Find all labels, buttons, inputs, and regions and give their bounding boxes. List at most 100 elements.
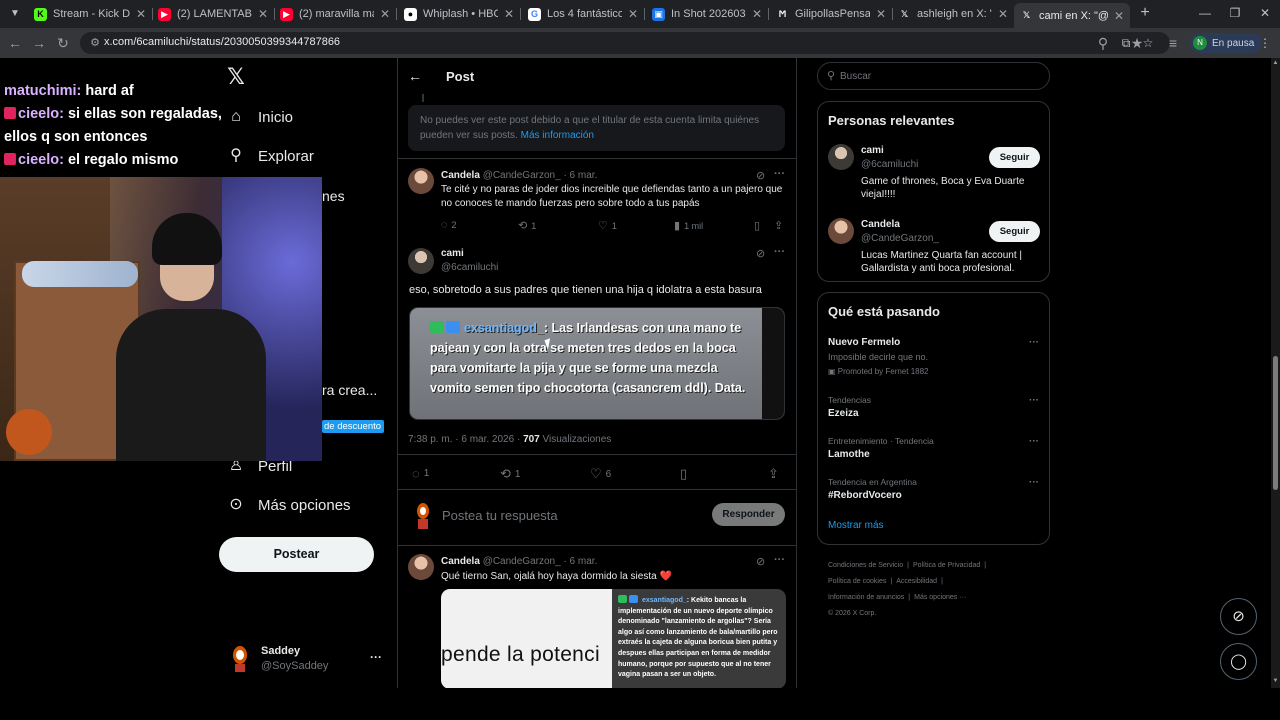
more-horizontal-icon[interactable]: ··· (774, 246, 785, 258)
more-horizontal-icon[interactable]: ··· (370, 650, 382, 664)
reply-image-left[interactable]: pende la potenci (441, 589, 612, 688)
nav-notifications-partial[interactable]: nes (322, 188, 345, 204)
reply-tweet[interactable]: Candela @CandeGarzon_ · 6 mar. ⊘ ··· Te … (398, 158, 796, 244)
browser-tab[interactable]: G Los 4 fantásticos 2015 ✕ (522, 3, 644, 25)
grok-icon[interactable]: ⊘ (756, 169, 765, 182)
person-row[interactable]: Candela @CandeGarzon_ Lucas Martinez Qua… (818, 214, 1051, 284)
bookmark-icon[interactable]: ▯ (754, 219, 764, 232)
author-handle[interactable]: @CandeGarzon_ (483, 170, 561, 181)
close-icon[interactable]: ✕ (876, 7, 886, 21)
reply-submit-button[interactable]: Responder (712, 503, 785, 526)
footer-link[interactable]: Política de cookies (828, 578, 886, 585)
grok-icon[interactable]: ⊘ (756, 555, 765, 568)
like-button[interactable]: ♡ 1 (598, 219, 617, 232)
window-close-icon[interactable]: ✕ (1250, 4, 1280, 22)
more-horizontal-icon[interactable]: ··· (1029, 395, 1039, 406)
footer-link[interactable]: Condiciones de Servicio (828, 562, 903, 569)
close-icon[interactable]: ✕ (628, 7, 638, 21)
close-icon[interactable]: ✕ (258, 7, 268, 21)
media-controls-icon[interactable]: ≡ (1164, 34, 1182, 52)
share-icon[interactable]: ⇪ (774, 219, 787, 232)
follow-button[interactable]: Seguir (989, 147, 1040, 168)
profile-paused-button[interactable]: N En pausa (1190, 33, 1263, 53)
footer-link[interactable]: Accesibilidad (896, 578, 937, 585)
person-handle[interactable]: @6camiluchi (861, 159, 918, 170)
repost-button[interactable]: ⟲ 1 (518, 219, 536, 232)
footer-link[interactable]: Más opciones ··· (914, 594, 966, 601)
browser-tab[interactable]: ● Whiplash • HBO Max ✕ (398, 3, 520, 25)
close-icon[interactable]: ✕ (504, 7, 514, 21)
bookmarks-icon[interactable]: ★ (1128, 34, 1146, 52)
grok-icon[interactable]: ⊘ (756, 247, 765, 260)
person-row[interactable]: cami @6camiluchi Game of thrones, Boca y… (818, 140, 1051, 210)
browser-tab[interactable]: K Stream - Kick Dashbo ✕ (28, 3, 152, 25)
close-icon[interactable]: ✕ (380, 7, 390, 21)
scroll-thumb[interactable] (1273, 356, 1278, 490)
footer-link[interactable]: Política de Privacidad (913, 562, 980, 569)
close-icon[interactable]: ✕ (998, 7, 1008, 21)
url-text[interactable]: x.com/6camiluchi/status/2030050399344787… (104, 36, 340, 48)
more-horizontal-icon[interactable]: ··· (774, 168, 785, 180)
reply-button[interactable]: ◌ 2 (441, 219, 457, 231)
share-icon[interactable]: ⇪ (768, 466, 783, 482)
page-scrollbar[interactable]: ▲ ▼ (1271, 58, 1280, 688)
maximize-icon[interactable]: ❐ (1220, 4, 1250, 22)
kebab-menu-icon[interactable]: ⋮ (1258, 34, 1272, 52)
avatar[interactable] (408, 168, 434, 194)
back-arrow-icon[interactable]: ← (6, 34, 24, 52)
more-horizontal-icon[interactable]: ··· (774, 554, 785, 566)
nav-more[interactable]: ⊙ Más opciones (226, 492, 350, 518)
learn-more-link[interactable]: Más información (521, 130, 594, 141)
browser-tab[interactable]: 𝕏 ashleigh en X: "i didn ✕ (892, 3, 1014, 25)
show-more-link[interactable]: Mostrar más (828, 520, 884, 531)
author-name[interactable]: Candela (441, 556, 480, 567)
repost-button[interactable]: ⟲ 1 (500, 466, 520, 482)
bookmark-icon[interactable]: ▯ (680, 466, 691, 482)
nav-explore[interactable]: ⚲ Explorar (226, 143, 314, 169)
browser-tab-active[interactable]: 𝕏 cami en X: "@Cande ✕ (1014, 3, 1130, 28)
grok-icon[interactable]: ⊘ (1220, 598, 1257, 635)
avatar[interactable] (408, 554, 434, 580)
trend-item[interactable]: Nuevo Fermelo Imposible decirle que no. … (828, 337, 1043, 376)
trend-item[interactable]: Tendencias Ezeiza ··· (828, 395, 1043, 419)
more-horizontal-icon[interactable]: ··· (1029, 337, 1039, 348)
account-switcher[interactable]: Saddey @SoySaddey ··· (228, 644, 388, 674)
like-button[interactable]: ♡ 6 (590, 466, 611, 482)
more-horizontal-icon[interactable]: ··· (1029, 436, 1039, 447)
browser-tab[interactable]: ▶ (2) maravilla martinez ✕ (274, 3, 396, 25)
person-handle[interactable]: @CandeGarzon_ (861, 233, 939, 244)
person-name[interactable]: cami (861, 145, 884, 156)
avatar[interactable] (408, 248, 434, 274)
views-button[interactable]: ▮ 1 mil (674, 219, 703, 232)
back-arrow-icon[interactable]: ← (408, 68, 422, 84)
scroll-up-icon[interactable]: ▲ (1272, 60, 1279, 66)
search-input[interactable]: ⚲ Buscar (817, 62, 1050, 90)
site-info-icon[interactable]: ⚙ (88, 36, 102, 50)
reload-icon[interactable]: ↻ (54, 34, 72, 52)
reply-input[interactable]: Postea tu respuesta (442, 508, 558, 523)
scroll-down-icon[interactable]: ▼ (1272, 678, 1279, 684)
post-image[interactable]: exsantiagod_: Las Irlandesas con una man… (409, 307, 785, 420)
person-name[interactable]: Candela (861, 219, 900, 230)
close-icon[interactable]: ✕ (1114, 9, 1124, 23)
premium-discount-badge[interactable]: de descuento (322, 420, 384, 433)
extensions-icon[interactable]: ⚲ (1094, 34, 1112, 52)
post-timestamp[interactable]: 7:38 p. m. · 6 mar. 2026 · 707 Visualiza… (408, 434, 611, 445)
close-icon[interactable]: ✕ (136, 7, 146, 21)
follow-button[interactable]: Seguir (989, 221, 1040, 242)
reply-image-pair[interactable]: pende la potenci exsantiagod_: Kekito ba… (441, 589, 786, 688)
avatar[interactable] (828, 144, 854, 170)
author-name[interactable]: Candela (441, 170, 480, 181)
forward-arrow-icon[interactable]: → (30, 34, 48, 52)
trend-item[interactable]: Tendencia en Argentina #RebordVocero ··· (828, 477, 1043, 501)
author-handle[interactable]: @6camiluchi (441, 262, 498, 273)
footer-link[interactable]: Información de anuncios (828, 594, 904, 601)
tab-search-chevron-icon[interactable]: ▼ (6, 5, 24, 23)
avatar[interactable] (828, 218, 854, 244)
browser-tab[interactable]: ▶ (2) LAMENTABLEMEI ✕ (152, 3, 274, 25)
post-button[interactable]: Postear (219, 537, 374, 572)
tweet-date[interactable]: · 6 mar. (563, 556, 597, 567)
browser-tab[interactable]: ▣ In Shot 20260330 202 ✕ (646, 3, 768, 25)
reply-button[interactable]: ◌ 1 (412, 466, 429, 481)
author-name[interactable]: cami (441, 248, 464, 259)
